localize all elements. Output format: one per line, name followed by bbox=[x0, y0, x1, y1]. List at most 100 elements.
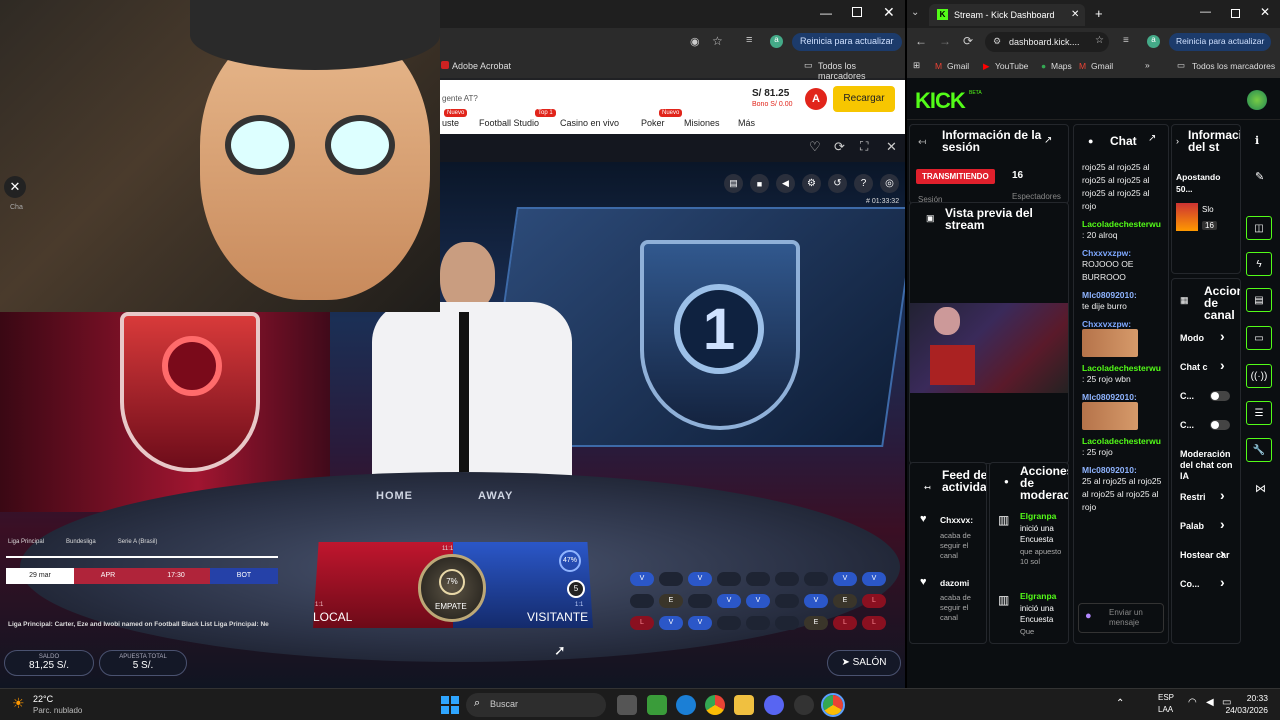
all-bookmarks[interactable]: Todos los marcadores bbox=[1192, 61, 1275, 71]
bet-empate[interactable]: 7% EMPATE bbox=[418, 554, 486, 622]
bookmark-youtube[interactable]: YouTube bbox=[995, 61, 1028, 71]
tab-close-icon[interactable]: ✕ bbox=[1071, 9, 1079, 20]
chrome-icon[interactable] bbox=[705, 695, 725, 715]
channel-action-item[interactable]: Moderación del chat con IA bbox=[1180, 449, 1240, 482]
fullscreen-icon[interactable]: ⛶ bbox=[860, 139, 868, 154]
more-bookmarks-icon[interactable]: » bbox=[1145, 60, 1150, 70]
chat-username[interactable]: Mlc08092010: bbox=[1082, 290, 1166, 300]
chat-popout-icon[interactable]: ↗ bbox=[1148, 133, 1156, 144]
star-icon[interactable]: ☆ bbox=[1095, 35, 1104, 46]
chat-username[interactable]: Lacoladechesterwu bbox=[1082, 363, 1166, 373]
back-arrow-icon[interactable]: ← bbox=[915, 34, 927, 48]
close-window-icon[interactable]: ✕ bbox=[1260, 5, 1270, 19]
chat-username[interactable]: Chxxvxzpw: bbox=[1082, 248, 1166, 258]
overlay-close-icon[interactable]: ✕ bbox=[4, 176, 26, 198]
stream-preview-thumbnail[interactable] bbox=[910, 303, 1068, 393]
forward-arrow-icon[interactable]: → bbox=[939, 34, 951, 48]
mic-icon[interactable]: ● bbox=[1085, 610, 1092, 622]
eye-icon[interactable]: ◉ bbox=[690, 35, 700, 48]
channel-action-item[interactable]: Modo › bbox=[1180, 329, 1240, 344]
session-back-icon[interactable]: ↤ bbox=[918, 137, 926, 148]
feed-user-1[interactable]: Chxxvx: bbox=[940, 515, 973, 525]
wifi-icon[interactable]: ◠ bbox=[1188, 697, 1197, 708]
kick-logo[interactable]: KICK bbox=[915, 88, 966, 114]
edge-icon[interactable] bbox=[676, 695, 696, 715]
taskbar-search[interactable]: ⌕ Buscar bbox=[466, 693, 606, 717]
maximize-icon[interactable] bbox=[1231, 9, 1240, 18]
star-icon[interactable]: ☆ bbox=[712, 34, 723, 48]
chat-settings-icon[interactable]: ⚙ bbox=[1167, 615, 1168, 626]
chat-username[interactable]: Mlc08092010: bbox=[1082, 392, 1166, 402]
nav-mas[interactable]: Más bbox=[738, 118, 755, 128]
weather-icon[interactable]: ☀ bbox=[12, 695, 25, 712]
user-avatar[interactable]: A bbox=[805, 88, 827, 110]
close-window-icon[interactable]: ✕ bbox=[883, 4, 895, 21]
league-liga-principal[interactable]: Liga Principal bbox=[8, 539, 44, 545]
start-windows-icon[interactable] bbox=[441, 696, 459, 714]
league-serie-a[interactable]: Serie A (Brasil) bbox=[118, 539, 158, 545]
tab-kick-dashboard[interactable]: K Stream - Kick Dashboard ✕ bbox=[929, 4, 1085, 26]
popout-icon[interactable]: ↗ bbox=[1044, 135, 1052, 146]
video-camera-icon[interactable]: ■ bbox=[750, 174, 769, 193]
channel-action-item[interactable]: C... bbox=[1180, 391, 1240, 402]
volume-icon[interactable]: ◀ bbox=[1206, 697, 1214, 708]
restart-update-button[interactable]: Reinicia para actualizar bbox=[1169, 33, 1272, 51]
broadcast-icon[interactable]: ((·)) bbox=[1246, 364, 1272, 388]
profile-icon[interactable]: a bbox=[770, 35, 783, 48]
volume-icon[interactable]: ◀ bbox=[776, 174, 795, 193]
file-explorer-icon[interactable] bbox=[734, 695, 754, 715]
wrench-icon[interactable]: 🔧 bbox=[1246, 438, 1272, 462]
channel-action-item[interactable]: Palab › bbox=[1180, 517, 1240, 532]
reload-icon[interactable]: ⟳ bbox=[963, 34, 973, 48]
share-icon[interactable]: ⋈ bbox=[1255, 482, 1266, 495]
edit-pencil-icon[interactable]: ✎ bbox=[1255, 170, 1264, 183]
chat-username[interactable]: Lacoladechesterwu bbox=[1082, 219, 1166, 229]
close-game-icon[interactable]: ✕ bbox=[886, 139, 897, 155]
language-code[interactable]: ESP bbox=[1158, 693, 1174, 702]
minimize-icon[interactable]: — bbox=[1200, 6, 1211, 18]
restart-update-button[interactable]: Reinicia para actualizar bbox=[792, 33, 902, 51]
nav-casino-en-vivo[interactable]: Casino en vivo bbox=[560, 118, 619, 128]
media-icon[interactable]: ≡ bbox=[746, 34, 752, 46]
profile-icon[interactable]: a bbox=[1147, 35, 1160, 48]
minecraft-icon[interactable] bbox=[647, 695, 667, 715]
chat-username[interactable]: Chxxvxzpw: bbox=[1082, 319, 1166, 329]
bookmark-maps[interactable]: Maps bbox=[1051, 61, 1072, 71]
league-bundesliga[interactable]: Bundesliga bbox=[66, 539, 96, 545]
chrome-active-icon[interactable] bbox=[821, 693, 845, 717]
new-tab-icon[interactable]: + bbox=[1095, 6, 1103, 21]
channel-action-item[interactable]: Chat c › bbox=[1180, 358, 1240, 373]
flash-icon[interactable]: ϟ bbox=[1246, 252, 1272, 276]
refresh-icon[interactable]: ⟳ bbox=[834, 139, 845, 155]
feed-user-2[interactable]: dazomi bbox=[940, 578, 969, 588]
media-icon[interactable]: ≡ bbox=[1123, 35, 1129, 46]
clock-time[interactable]: 20:33 bbox=[1236, 693, 1268, 703]
lobby-icon[interactable]: ◎ bbox=[880, 174, 899, 193]
discord-icon[interactable] bbox=[764, 695, 784, 715]
bookmark-acrobat[interactable]: Adobe Acrobat bbox=[452, 61, 511, 71]
chat-bubble-icon[interactable]: ▤ bbox=[724, 174, 743, 193]
nav-football-studio[interactable]: Football Studio bbox=[479, 118, 539, 128]
toggle-switch[interactable] bbox=[1210, 391, 1230, 401]
chat-username[interactable]: Lacoladechesterwu bbox=[1082, 436, 1166, 446]
channel-action-item[interactable]: Hostear car › bbox=[1180, 546, 1240, 561]
notes-icon[interactable]: ▤ bbox=[1246, 288, 1272, 312]
user-avatar[interactable] bbox=[1247, 90, 1267, 110]
nav-fragment[interactable]: uste bbox=[442, 118, 459, 128]
task-view-icon[interactable] bbox=[617, 695, 637, 715]
toggle-switch[interactable] bbox=[1210, 420, 1230, 430]
bookmark-gmail-2[interactable]: Gmail bbox=[1091, 61, 1113, 71]
maximize-icon[interactable] bbox=[852, 7, 862, 17]
channel-action-item[interactable]: Co... › bbox=[1180, 575, 1240, 590]
channel-action-item[interactable]: Restri › bbox=[1180, 488, 1240, 503]
message-icon[interactable]: ▭ bbox=[1246, 326, 1272, 350]
all-bookmarks[interactable]: Todos los marcadores bbox=[818, 61, 905, 81]
salon-button[interactable]: ➤ SALÓN bbox=[827, 650, 901, 676]
apps-grid-icon[interactable]: ⊞ bbox=[913, 60, 920, 71]
help-icon[interactable]: ? bbox=[854, 174, 873, 193]
clip-icon[interactable]: ◫ bbox=[1246, 216, 1272, 240]
bookmark-gmail[interactable]: Gmail bbox=[947, 61, 969, 71]
chat-input[interactable]: ● Enviar un mensaje bbox=[1078, 603, 1164, 633]
slot-thumbnail[interactable] bbox=[1176, 203, 1198, 231]
nav-misiones[interactable]: Misiones bbox=[684, 118, 720, 128]
